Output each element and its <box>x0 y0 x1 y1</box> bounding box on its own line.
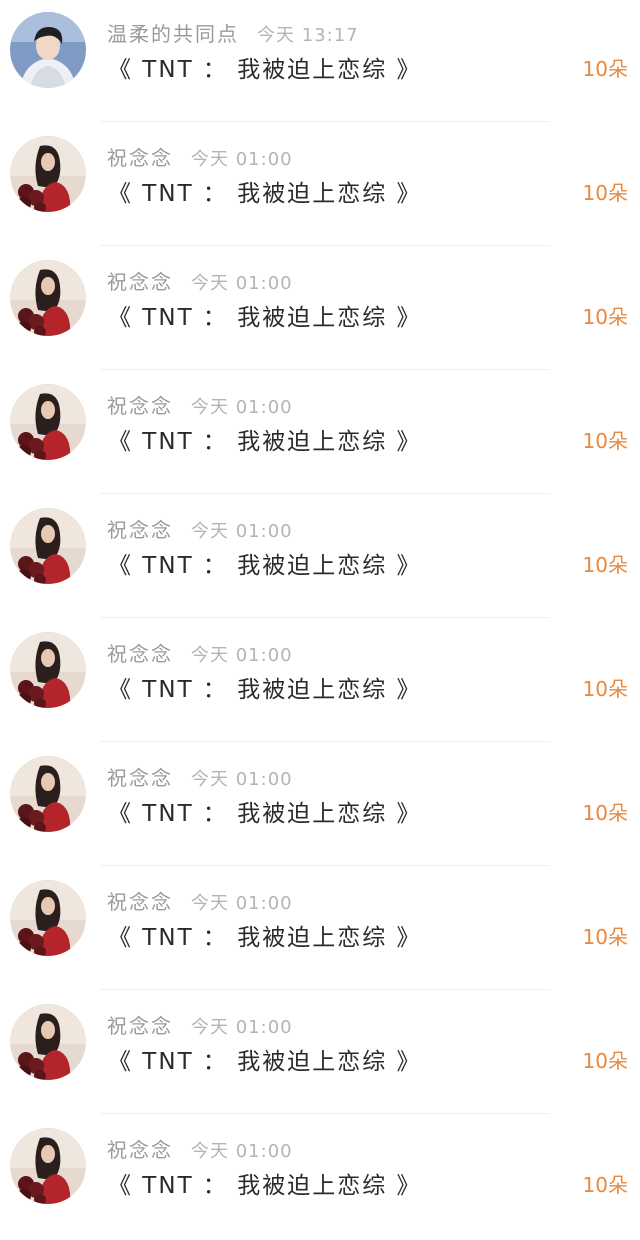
list-item[interactable]: 祝念念 今天 01:00 《 TNT ： 我被迫上恋综 》 10朵 <box>0 1116 640 1240</box>
message-meta: 祝念念 今天 01:00 <box>107 1134 293 1162</box>
girl-roses-avatar-icon <box>10 632 86 708</box>
timestamp: 今天 01:00 <box>191 273 293 294</box>
gift-count: 10朵 <box>582 1049 628 1073</box>
timestamp: 今天 13:17 <box>257 25 359 46</box>
divider <box>100 741 550 742</box>
avatar[interactable] <box>10 260 86 336</box>
gift-count: 10朵 <box>582 1173 628 1197</box>
timestamp: 今天 01:00 <box>191 1017 293 1038</box>
timestamp: 今天 01:00 <box>191 1141 293 1162</box>
sender-name[interactable]: 祝念念 <box>107 146 173 170</box>
avatar[interactable] <box>10 1004 86 1080</box>
sender-name[interactable]: 祝念念 <box>107 890 173 914</box>
gift-count: 10朵 <box>582 429 628 453</box>
message-text: 《 TNT ： 我被迫上恋综 》 <box>108 57 422 83</box>
sender-name[interactable]: 祝念念 <box>107 1138 173 1162</box>
sender-name[interactable]: 祝念念 <box>107 766 173 790</box>
message-text: 《 TNT ： 我被迫上恋综 》 <box>108 429 422 455</box>
gift-count: 10朵 <box>582 305 628 329</box>
message-meta: 祝念念 今天 01:00 <box>107 638 293 666</box>
avatar[interactable] <box>10 384 86 460</box>
divider <box>100 493 550 494</box>
girl-roses-avatar-icon <box>10 756 86 832</box>
divider <box>100 1113 550 1114</box>
girl-roses-avatar-icon <box>10 136 86 212</box>
message-text: 《 TNT ： 我被迫上恋综 》 <box>108 1049 422 1075</box>
sender-name[interactable]: 祝念念 <box>107 394 173 418</box>
divider <box>100 121 550 122</box>
sender-name[interactable]: 祝念念 <box>107 1014 173 1038</box>
message-text: 《 TNT ： 我被迫上恋综 》 <box>108 1173 422 1199</box>
avatar[interactable] <box>10 1128 86 1204</box>
list-item[interactable]: 祝念念 今天 01:00 《 TNT ： 我被迫上恋综 》 10朵 <box>0 248 640 372</box>
gift-count: 10朵 <box>582 181 628 205</box>
message-meta: 祝念念 今天 01:00 <box>107 142 293 170</box>
message-meta: 祝念念 今天 01:00 <box>107 762 293 790</box>
message-meta: 祝念念 今天 01:00 <box>107 266 293 294</box>
sender-name[interactable]: 温柔的共同点 <box>107 22 239 46</box>
avatar[interactable] <box>10 632 86 708</box>
sender-name[interactable]: 祝念念 <box>107 518 173 542</box>
message-text: 《 TNT ： 我被迫上恋综 》 <box>108 305 422 331</box>
girl-roses-avatar-icon <box>10 260 86 336</box>
list-item[interactable]: 祝念念 今天 01:00 《 TNT ： 我被迫上恋综 》 10朵 <box>0 992 640 1116</box>
boy-avatar-icon <box>10 12 86 88</box>
message-text: 《 TNT ： 我被迫上恋综 》 <box>108 801 422 827</box>
list-item[interactable]: 祝念念 今天 01:00 《 TNT ： 我被迫上恋综 》 10朵 <box>0 496 640 620</box>
message-meta: 祝念念 今天 01:00 <box>107 1010 293 1038</box>
avatar[interactable] <box>10 136 86 212</box>
gift-count: 10朵 <box>582 553 628 577</box>
girl-roses-avatar-icon <box>10 1128 86 1204</box>
gift-message-list: 温柔的共同点 今天 13:17 《 TNT ： 我被迫上恋综 》 10朵 祝念念今… <box>0 0 640 1240</box>
girl-roses-avatar-icon <box>10 880 86 956</box>
message-meta: 祝念念 今天 01:00 <box>107 514 293 542</box>
timestamp: 今天 01:00 <box>191 645 293 666</box>
message-text: 《 TNT ： 我被迫上恋综 》 <box>108 925 422 951</box>
avatar[interactable] <box>10 12 86 88</box>
message-meta: 祝念念 今天 01:00 <box>107 390 293 418</box>
timestamp: 今天 01:00 <box>191 521 293 542</box>
divider <box>100 369 550 370</box>
girl-roses-avatar-icon <box>10 508 86 584</box>
sender-name[interactable]: 祝念念 <box>107 270 173 294</box>
sender-name[interactable]: 祝念念 <box>107 642 173 666</box>
divider <box>100 617 550 618</box>
divider <box>100 865 550 866</box>
timestamp: 今天 01:00 <box>191 149 293 170</box>
list-item[interactable]: 祝念念 今天 01:00 《 TNT ： 我被迫上恋综 》 10朵 <box>0 124 640 248</box>
divider <box>100 245 550 246</box>
message-meta: 温柔的共同点 今天 13:17 <box>107 18 359 46</box>
message-text: 《 TNT ： 我被迫上恋综 》 <box>108 181 422 207</box>
list-item[interactable]: 祝念念 今天 01:00 《 TNT ： 我被迫上恋综 》 10朵 <box>0 744 640 868</box>
avatar[interactable] <box>10 756 86 832</box>
list-item[interactable]: 温柔的共同点 今天 13:17 《 TNT ： 我被迫上恋综 》 10朵 <box>0 0 640 124</box>
gift-count: 10朵 <box>582 57 628 81</box>
avatar[interactable] <box>10 508 86 584</box>
gift-count: 10朵 <box>582 801 628 825</box>
divider <box>100 989 550 990</box>
message-meta: 祝念念 今天 01:00 <box>107 886 293 914</box>
avatar[interactable] <box>10 880 86 956</box>
list-item[interactable]: 祝念念 今天 01:00 《 TNT ： 我被迫上恋综 》 10朵 <box>0 372 640 496</box>
timestamp: 今天 01:00 <box>191 397 293 418</box>
message-text: 《 TNT ： 我被迫上恋综 》 <box>108 553 422 579</box>
gift-count: 10朵 <box>582 925 628 949</box>
list-item[interactable]: 祝念念 今天 01:00 《 TNT ： 我被迫上恋综 》 10朵 <box>0 620 640 744</box>
list-item[interactable]: 祝念念 今天 01:00 《 TNT ： 我被迫上恋综 》 10朵 <box>0 868 640 992</box>
girl-roses-avatar-icon <box>10 384 86 460</box>
timestamp: 今天 01:00 <box>191 893 293 914</box>
timestamp: 今天 01:00 <box>191 769 293 790</box>
message-text: 《 TNT ： 我被迫上恋综 》 <box>108 677 422 703</box>
gift-count: 10朵 <box>582 677 628 701</box>
girl-roses-avatar-icon <box>10 1004 86 1080</box>
